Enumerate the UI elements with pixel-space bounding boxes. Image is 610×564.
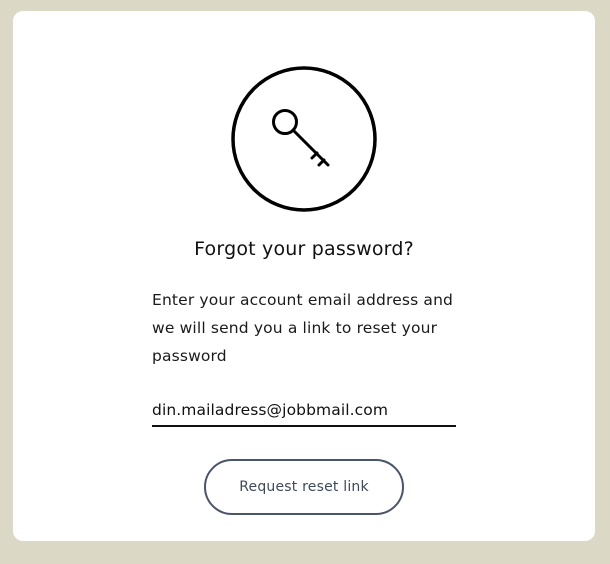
request-reset-link-button[interactable]: Request reset link [204,459,404,515]
instructions-text: Enter your account email address and we … [152,291,454,365]
page-title: Forgot your password? [194,238,414,260]
key-icon [231,66,377,212]
email-field[interactable] [152,395,456,427]
forgot-password-card: Forgot your password? Enter your account… [13,11,595,541]
